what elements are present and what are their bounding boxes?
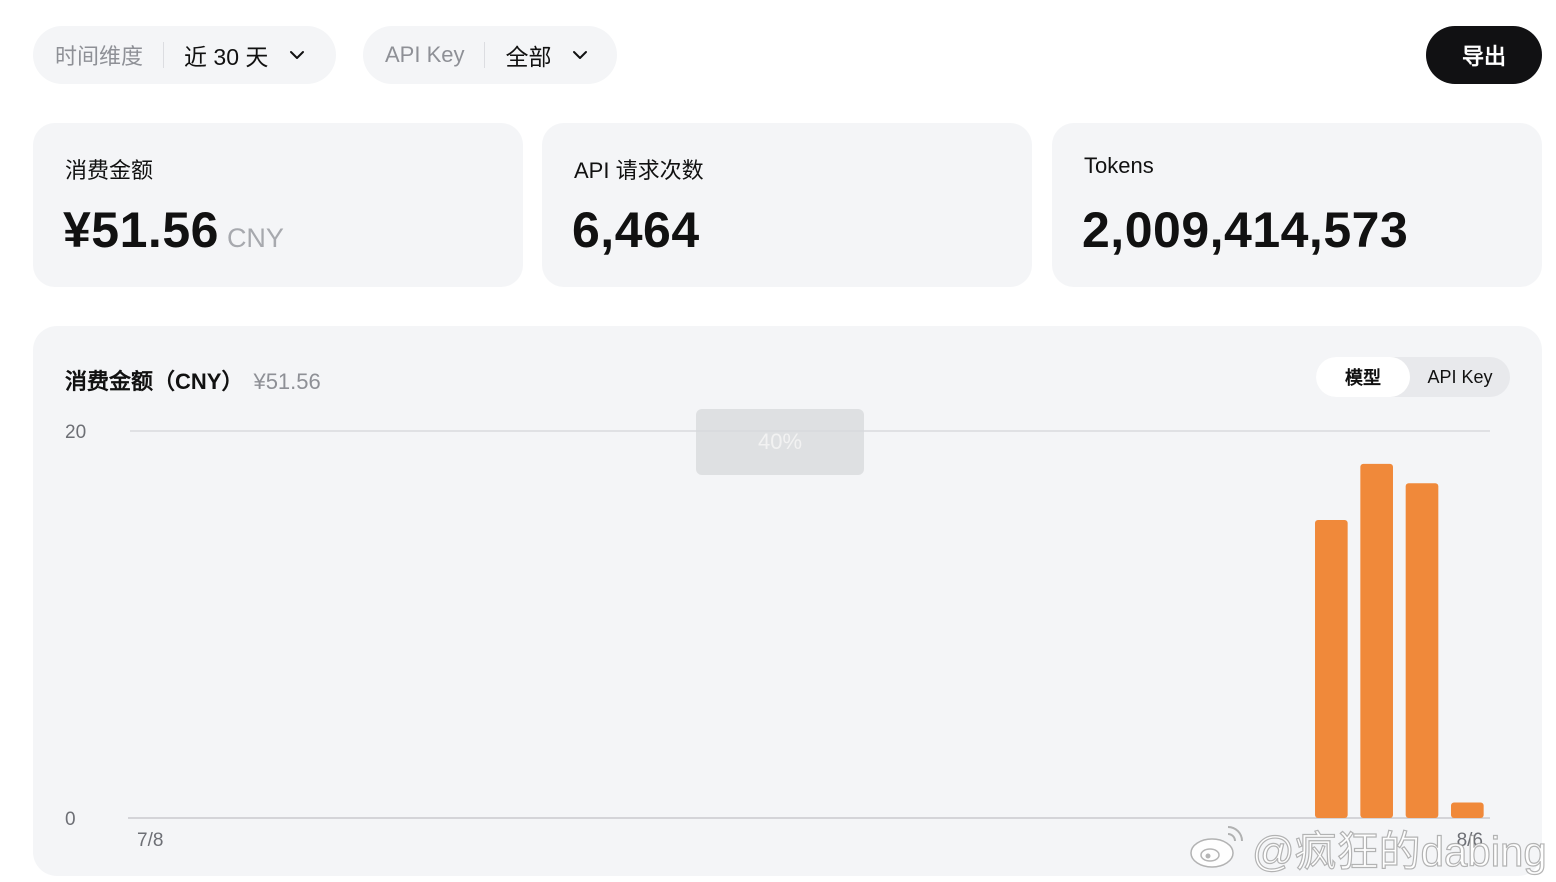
api-key-filter[interactable]: API Key 全部 [363,26,617,84]
cost-chart-panel: 消费金额（CNY） ¥51.56 模型 API Key 20 0 7/8 8/6 40% [33,326,1542,876]
bar-8/4[interactable] [1360,463,1393,818]
chevron-down-icon [571,46,589,64]
chevron-down-icon [288,46,306,64]
time-range-filter[interactable]: 时间维度 近 30 天 [33,26,336,84]
cost-unit: CNY [226,223,284,253]
time-range-value: 近 30 天 [184,44,269,70]
x-tick-label: 8/6 [1457,830,1483,851]
export-button[interactable]: 导出 [1426,26,1542,84]
bar-8/3[interactable] [1315,520,1348,818]
api-key-filter-label: API Key [385,42,465,67]
zoom-indicator: 40% [696,409,864,475]
tokens-value: 2,009,414,573 [1082,202,1409,258]
requests-value: 6,464 [572,202,700,258]
requests-label: API 请求次数 [574,158,704,183]
cost-label: 消费金额 [65,158,154,183]
tokens-stat-card: Tokens 2,009,414,573 [1052,123,1542,287]
y-tick-label: 0 [65,809,76,830]
x-tick-label: 7/8 [137,830,163,851]
cost-stat-card: 消费金额 ¥51.56 CNY [33,123,523,287]
divider [163,42,165,68]
divider [484,42,486,68]
y-tick-label: 20 [65,422,86,443]
api-key-filter-value: 全部 [505,44,552,70]
bar-8/5[interactable] [1405,483,1439,818]
bar-8/6[interactable] [1451,802,1484,818]
requests-stat-card: API 请求次数 6,464 [542,123,1032,287]
time-range-label: 时间维度 [55,44,144,69]
cost-value: ¥51.56 [63,202,219,258]
tokens-label: Tokens [1084,153,1154,178]
